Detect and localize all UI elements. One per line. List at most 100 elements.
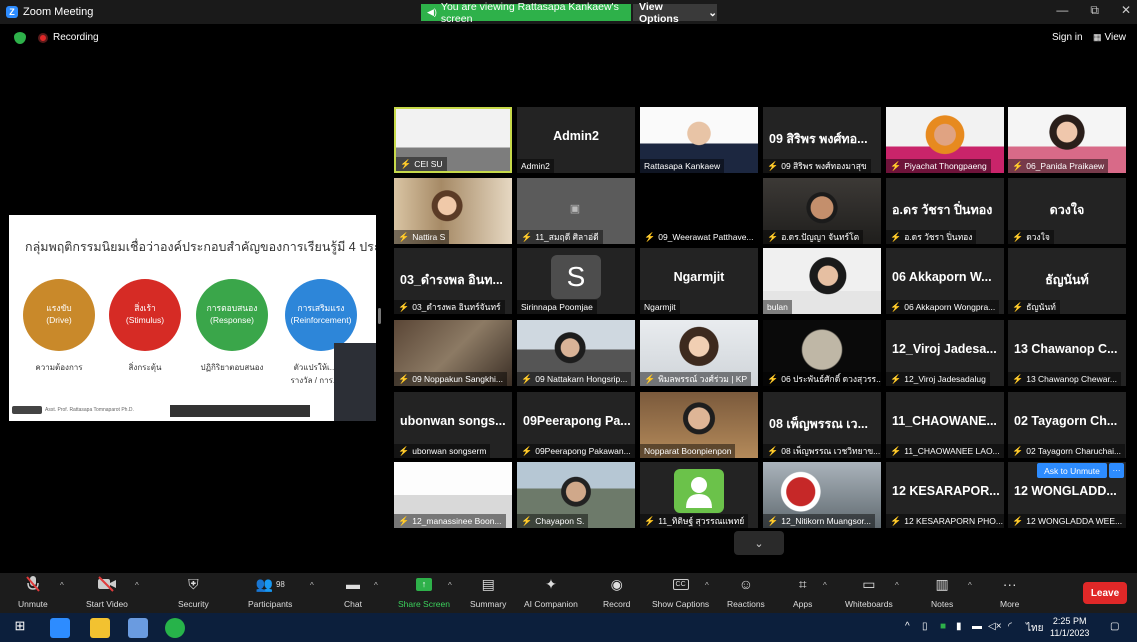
participant-tile[interactable]: S Sirinnapa Poomjae	[517, 248, 635, 314]
notifications-icon[interactable]: ▢	[1110, 621, 1119, 632]
participant-tile[interactable]: ⚡ 11_ทิติษฐ์ สุวรรณแพทย์	[640, 462, 758, 528]
unmute-button[interactable]: Unmute	[18, 573, 48, 613]
captions-options-caret[interactable]: ^	[705, 581, 709, 590]
shared-screen[interactable]: กลุ่มพฤติกรรมนิยมเชื่อว่าองค์ประกอบสำคัญ…	[9, 215, 376, 421]
show-captions-button[interactable]: CC Show Captions	[652, 573, 709, 613]
zoom-taskbar-icon[interactable]	[50, 618, 70, 638]
participant-display-name: 06 Akkaporn W...	[892, 270, 992, 284]
apps-options-caret[interactable]: ^	[823, 581, 827, 590]
participant-name-label: Nopparat Boonpienpon	[640, 444, 736, 458]
participant-tile[interactable]: 11_CHAOWANE... ⚡ 11_CHAOWANEE LAO...	[886, 392, 1004, 458]
participants-options-caret[interactable]: ^	[310, 581, 314, 590]
participant-tile[interactable]: Admin2 Admin2	[517, 107, 635, 173]
participant-tile[interactable]: ⚡ Chayapon S.	[517, 462, 635, 528]
system-clock[interactable]: 2:25 PM 11/1/2023	[1050, 615, 1089, 639]
view-button[interactable]: ▦ View	[1093, 32, 1126, 43]
tray-overflow-icon[interactable]: ^	[905, 621, 910, 632]
participant-tile[interactable]: ubonwan songs... ⚡ ubonwan songserm	[394, 392, 512, 458]
participant-tile[interactable]: 13 Chawanop C... ⚡ 13 Chawanop Chewar...	[1008, 320, 1126, 386]
split-divider-handle[interactable]	[378, 308, 381, 324]
start-video-button[interactable]: Start Video	[86, 573, 128, 613]
ai-companion-button[interactable]: ✦ AI Companion	[524, 573, 578, 613]
participant-tile[interactable]: ▣ ⚡ 11_สมฤดี ศิลาอ่ดี	[517, 178, 635, 244]
tray-app-icon[interactable]: ■	[940, 621, 946, 632]
muted-mic-icon: ⚡	[398, 301, 410, 312]
participant-tile[interactable]: อ.ดร วัชรา ปิ่นทอง ⚡ อ.ดร วัชรา ปิ่นทอง	[886, 178, 1004, 244]
participant-tile[interactable]: 06 Akkaporn W... ⚡ 06 Akkaporn Wongpra...	[886, 248, 1004, 314]
participant-tile[interactable]: ⚡ อ.ดร.ปัญญา จันทร์โต	[763, 178, 881, 244]
restore-icon[interactable]: ⧉	[1090, 3, 1099, 18]
participant-tile[interactable]: ⚡ 09 Noppakun Sangkhi...	[394, 320, 512, 386]
notes-options-caret[interactable]: ^	[968, 581, 972, 590]
participant-tile[interactable]: 03_ดำรงพล อินท... ⚡ 03_ดำรงพล อินทร์จันทร์	[394, 248, 512, 314]
tray-usb-icon[interactable]: ▮	[956, 621, 962, 632]
sign-in-link[interactable]: Sign in	[1052, 32, 1083, 43]
view-options-button[interactable]: View Options ⌄	[633, 1, 717, 25]
participant-name-label: ⚡ CEI SU	[396, 157, 447, 171]
participant-tile[interactable]: Ngarmjit Ngarmjit	[640, 248, 758, 314]
participant-tile[interactable]: ⚡ 06_Panida Praikaew	[1008, 107, 1126, 173]
gallery-next-page-button[interactable]: ⌄	[734, 531, 784, 555]
participant-tile[interactable]: 09 สิริพร พงศ์ทอ... ⚡ 09 สิริพร พงศ์ทองมาส…	[763, 107, 881, 173]
reactions-button[interactable]: ☺ Reactions	[727, 573, 765, 613]
participant-tile[interactable]: ⚡ 12_manassinee Boon...	[394, 462, 512, 528]
volume-icon[interactable]: ◁×	[988, 621, 1002, 632]
participants-button[interactable]: 👥 98 Participants	[248, 573, 292, 613]
security-shield-icon[interactable]	[14, 32, 26, 44]
participant-tile[interactable]: ดวงใจ ⚡ ดวงใจ	[1008, 178, 1126, 244]
participant-tile[interactable]: 02 Tayagorn Ch... ⚡ 02 Tayagorn Charuchai.…	[1008, 392, 1126, 458]
participant-tile[interactable]: ⚡ 06 ประพันธ์ศักดิ์ ดวงสุวรร...	[763, 320, 881, 386]
participant-tile[interactable]: ธัญนันท์ ⚡ ธัญนันท์	[1008, 248, 1126, 314]
participant-tile[interactable]: Nopparat Boonpienpon	[640, 392, 758, 458]
muted-mic-icon: ⚡	[767, 373, 779, 384]
participant-display-name: ubonwan songs...	[400, 414, 506, 428]
participant-tile[interactable]: 12 KESARAPOR... ⚡ 12 KESARAPORN PHO...	[886, 462, 1004, 528]
chat-button[interactable]: ▬ Chat	[344, 573, 362, 613]
participant-tile[interactable]: ⚡ CEI SU	[394, 107, 512, 173]
circle-drive-th: แรงขับ	[46, 303, 72, 314]
ask-to-unmute-button[interactable]: Ask to Unmute	[1037, 463, 1107, 478]
wifi-icon[interactable]: ◜	[1008, 621, 1012, 632]
share-screen-button[interactable]: ↑ Share Screen	[398, 573, 450, 613]
participant-tile[interactable]: ⚡ 09 Nattakarn Hongsrip...	[517, 320, 635, 386]
participant-tile[interactable]: 09Peerapong Pa... ⚡ 09Peerapong Pakawan...	[517, 392, 635, 458]
recording-icon[interactable]	[38, 33, 48, 43]
minimize-icon[interactable]: —	[1056, 3, 1068, 18]
summary-button[interactable]: ▤ Summary	[470, 573, 506, 613]
presentation-control-strip[interactable]	[170, 405, 310, 417]
windows-start-icon[interactable]: ⊞	[10, 618, 30, 638]
participant-tile[interactable]: bulan	[763, 248, 881, 314]
more-button[interactable]: ··· More	[1000, 573, 1019, 613]
participant-tile[interactable]: ⚡ 09_Weerawat Patthave...	[640, 178, 758, 244]
file-explorer-icon[interactable]	[90, 618, 110, 638]
apps-button[interactable]: ⌗ Apps	[793, 573, 812, 613]
line-app-icon[interactable]	[165, 618, 185, 638]
participant-tile[interactable]: ⚡ 12_Nitikorn Muangsor...	[763, 462, 881, 528]
participant-name-text: 12 KESARAPORN PHO...	[904, 516, 1003, 526]
network-icon[interactable]: ▬	[972, 621, 982, 632]
participant-tile[interactable]: 08 เพ็ญพรรณ เว... ⚡ 08 เพ็ญพรรณ เวชวิทยาข.…	[763, 392, 881, 458]
participant-name-label: Sirinnapa Poomjae	[517, 300, 597, 314]
meeting-toolbar: Unmute ^ Start Video ^ ⛨ Security 👥 98 P…	[0, 573, 1137, 613]
record-button[interactable]: ◉ Record	[603, 573, 630, 613]
tray-file-icon[interactable]: ▯	[922, 621, 928, 632]
input-language[interactable]: ไทย	[1026, 621, 1043, 636]
chat-options-caret[interactable]: ^	[374, 581, 378, 590]
participant-tile[interactable]: 12_Viroj Jadesa... ⚡ 12_Viroj Jadesadalug	[886, 320, 1004, 386]
tile-more-button[interactable]: ···	[1109, 463, 1124, 478]
close-icon[interactable]: ✕	[1121, 3, 1131, 18]
share-options-caret[interactable]: ^	[448, 581, 452, 590]
security-button[interactable]: ⛨ Security	[178, 573, 209, 613]
participant-tile[interactable]: Rattasapa Kankaew	[640, 107, 758, 173]
leave-button[interactable]: Leave	[1083, 582, 1127, 604]
video-options-caret[interactable]: ^	[135, 581, 139, 590]
notes-button[interactable]: ▥ Notes	[931, 573, 953, 613]
participant-tile[interactable]: ⚡ Nattira S	[394, 178, 512, 244]
participant-tile[interactable]: ⚡ Piyachat Thongpaeng	[886, 107, 1004, 173]
notepad-icon[interactable]	[128, 618, 148, 638]
whiteboards-button[interactable]: ▭ Whiteboards	[845, 573, 893, 613]
viewing-banner-text: You are viewing Rattasapa Kankaew's scre…	[440, 0, 619, 25]
audio-options-caret[interactable]: ^	[60, 581, 64, 590]
whiteboards-options-caret[interactable]: ^	[895, 581, 899, 590]
participant-tile[interactable]: ⚡ พิมลพรรณ์ วงศ์ร่วม | KP	[640, 320, 758, 386]
